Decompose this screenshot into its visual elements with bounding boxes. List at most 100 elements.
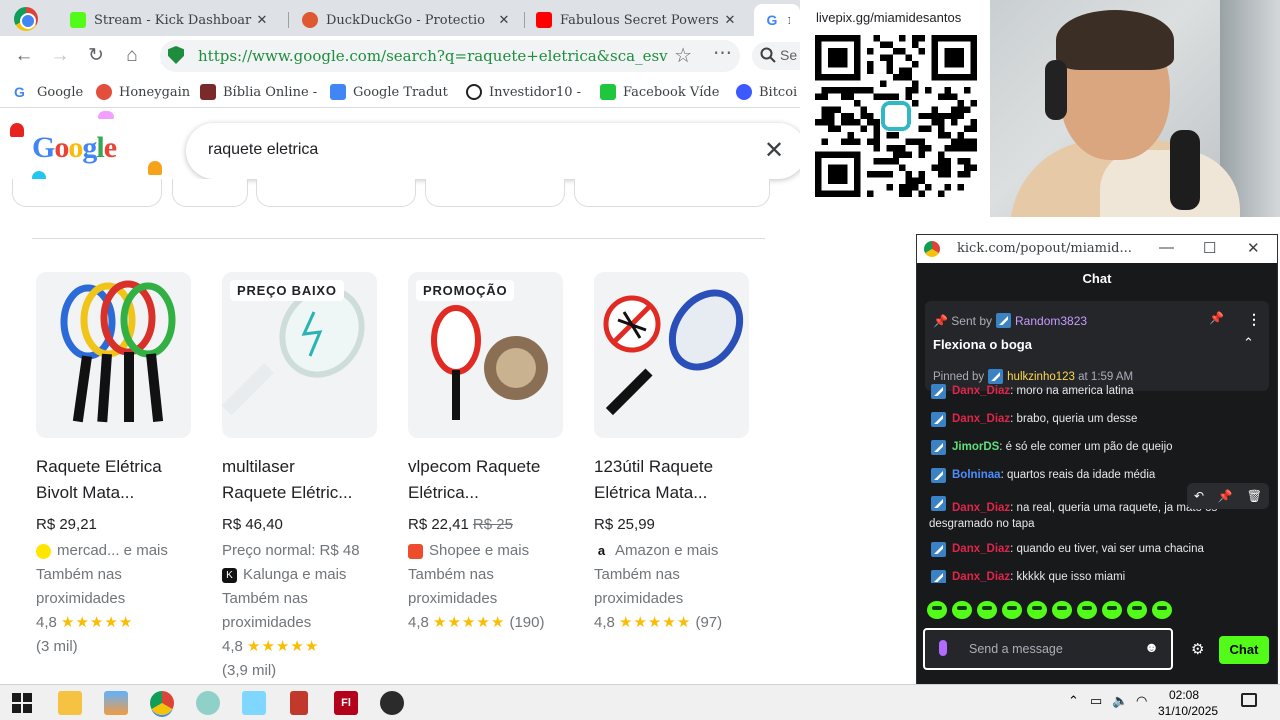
- calculator-icon[interactable]: [290, 691, 308, 715]
- tab-youtube[interactable]: Fabulous Secret Powers ✕: [526, 4, 748, 36]
- product-image[interactable]: [594, 272, 749, 438]
- flash-app-icon[interactable]: Fl: [334, 691, 358, 715]
- emoji-picker-icon[interactable]: ☻: [1144, 639, 1159, 655]
- obs-icon[interactable]: [380, 691, 404, 715]
- emote-icon[interactable]: [1077, 601, 1097, 619]
- product-store[interactable]: Shopee e mais: [408, 539, 584, 563]
- bookmark-honeygain[interactable]: Honeygain: [96, 84, 190, 100]
- emote-icon[interactable]: [1102, 601, 1122, 619]
- bookmark-facebook-video[interactable]: Facebook Víde: [600, 84, 719, 100]
- pin-message-icon[interactable]: 📌: [1218, 489, 1233, 503]
- emote-icon[interactable]: [1052, 601, 1072, 619]
- reply-icon[interactable]: ↶: [1194, 489, 1204, 503]
- chat-username[interactable]: Danx_Diaz: [952, 541, 1010, 557]
- collapse-chevron-icon[interactable]: ⌃: [1243, 335, 1254, 351]
- bookmark-star-icon[interactable]: ☆: [674, 43, 692, 68]
- emote-icon[interactable]: [1002, 601, 1022, 619]
- product-card[interactable]: PREÇO BAIXO multilaser Raquete Elétric...…: [222, 272, 398, 683]
- product-image[interactable]: [36, 272, 191, 438]
- chat-input[interactable]: Send a message ☻: [923, 628, 1173, 670]
- product-name[interactable]: vlpecom Raquete Elétrica...: [408, 454, 558, 506]
- chat-username[interactable]: JimorDS: [952, 439, 999, 455]
- windows-start-icon[interactable]: [12, 693, 32, 713]
- file-explorer-icon[interactable]: [58, 691, 82, 715]
- pinned-sender-username[interactable]: Random3823: [1015, 314, 1087, 328]
- chat-username[interactable]: Danx_Diaz: [952, 502, 1010, 514]
- notepad-icon[interactable]: [242, 691, 266, 715]
- volume-icon[interactable]: 🔈: [1112, 693, 1128, 709]
- chat-username[interactable]: Bolninaa: [952, 467, 1001, 483]
- bookmark-biblia[interactable]: Bíblia Online -: [200, 84, 317, 100]
- battery-icon[interactable]: ▭: [1090, 693, 1102, 709]
- product-name-line: vlpecom Raquete: [408, 457, 541, 476]
- microphone-icon[interactable]: [939, 640, 947, 656]
- media-app-icon[interactable]: [104, 691, 128, 715]
- emote-icon[interactable]: [1127, 601, 1147, 619]
- chat-username[interactable]: Danx_Diaz: [952, 569, 1010, 583]
- google-doodle-logo[interactable]: Google: [32, 131, 117, 165]
- menu-icon[interactable]: ⋯: [713, 42, 732, 65]
- more-options-icon[interactable]: ⋮: [1247, 311, 1261, 328]
- tab-kick-dashboard[interactable]: Stream - Kick Dashboar ✕: [60, 4, 280, 36]
- app-taskbar-icon[interactable]: [196, 691, 220, 715]
- product-image[interactable]: PREÇO BAIXO: [222, 272, 377, 438]
- google-search-box[interactable]: raquete eletrica ✕: [186, 123, 800, 179]
- bookmark-bitcoin[interactable]: Bitcoi: [736, 84, 797, 100]
- product-name[interactable]: Raquete Elétrica Bivolt Mata...: [36, 454, 186, 506]
- back-icon[interactable]: ←: [12, 44, 36, 68]
- chat-settings-gear-icon[interactable]: ⚙: [1191, 640, 1204, 658]
- send-chat-button[interactable]: Chat: [1219, 636, 1269, 664]
- close-window-icon[interactable]: ✕: [1247, 239, 1260, 257]
- emote-icon[interactable]: [952, 601, 972, 619]
- show-hidden-icons-chevron-icon[interactable]: ⌃: [1068, 693, 1079, 709]
- tab-title: DuckDuckGo - Protectio: [326, 12, 485, 28]
- product-store[interactable]: K Kalunga e mais: [222, 563, 398, 587]
- product-card[interactable]: Raquete Elétrica Bivolt Mata... R$ 29,21 …: [36, 272, 212, 659]
- product-name[interactable]: 123útil Raquete Elétrica Mata...: [594, 454, 744, 506]
- product-store[interactable]: a Amazon e mais: [594, 539, 770, 563]
- url-text[interactable]: https://www.google.com/search?q=raquete+…: [198, 47, 668, 65]
- product-card[interactable]: 123útil Raquete Elétrica Mata... R$ 25,99…: [594, 272, 770, 635]
- search-query[interactable]: raquete eletrica: [208, 141, 318, 159]
- chat-username[interactable]: Danx_Diaz: [952, 411, 1010, 427]
- chrome-taskbar-icon[interactable]: [150, 691, 174, 715]
- product-card[interactable]: PROMOÇÃO vlpecom Raquete Elétrica... R$ 2…: [408, 272, 584, 635]
- emote-icon[interactable]: [927, 601, 947, 619]
- tab-google-search[interactable]: G ra: [754, 4, 800, 36]
- close-tab-icon[interactable]: ✕: [722, 12, 738, 28]
- filter-chip[interactable]: [574, 179, 770, 207]
- emote-icon[interactable]: [1152, 601, 1172, 619]
- pinned-sender-row: 📌 Sent by Random3823: [933, 313, 1087, 328]
- pinned-by-username[interactable]: hulkzinho123: [1007, 371, 1075, 383]
- emote-icon[interactable]: [1027, 601, 1047, 619]
- product-name[interactable]: multilaser Raquete Elétric...: [222, 454, 372, 506]
- product-image[interactable]: PROMOÇÃO: [408, 272, 563, 438]
- notifications-icon[interactable]: [1241, 693, 1257, 707]
- filter-chip[interactable]: [425, 179, 565, 207]
- emote-icon[interactable]: [977, 601, 997, 619]
- reload-icon[interactable]: ↻: [84, 44, 108, 68]
- bookmark-google[interactable]: G Google: [14, 84, 83, 100]
- google-header: Google raquete eletrica ✕: [0, 109, 800, 209]
- bookmark-investidor10[interactable]: Investidor10 -: [466, 84, 581, 100]
- filter-chip[interactable]: [172, 179, 248, 207]
- forward-icon[interactable]: →: [48, 44, 72, 68]
- close-tab-icon[interactable]: ✕: [496, 12, 512, 28]
- product-store[interactable]: mercad... e mais: [36, 539, 212, 563]
- filter-chip[interactable]: [256, 179, 416, 207]
- bookmark-google-tradutor[interactable]: Google Tradut: [330, 84, 448, 100]
- unpin-icon[interactable]: 📌: [1209, 311, 1224, 325]
- wifi-icon[interactable]: ◠: [1136, 693, 1147, 709]
- filter-chip[interactable]: [12, 179, 162, 207]
- tab-duckduckgo[interactable]: DuckDuckGo - Protectio ✕: [292, 4, 522, 36]
- address-bar[interactable]: https://www.google.com/search?q=raquete+…: [160, 40, 740, 72]
- maximize-icon[interactable]: ☐: [1203, 239, 1216, 257]
- toolbar-search-box[interactable]: Se: [752, 42, 800, 70]
- system-clock[interactable]: 02:08 31/10/2025: [1158, 687, 1218, 719]
- close-tab-icon[interactable]: ✕: [254, 12, 270, 28]
- chat-username[interactable]: Danx_Diaz: [952, 383, 1010, 399]
- home-icon[interactable]: ⌂: [120, 44, 144, 68]
- clear-search-icon[interactable]: ✕: [764, 136, 784, 165]
- delete-icon[interactable]: 🗑: [1247, 489, 1262, 503]
- minimize-icon[interactable]: —: [1159, 239, 1174, 256]
